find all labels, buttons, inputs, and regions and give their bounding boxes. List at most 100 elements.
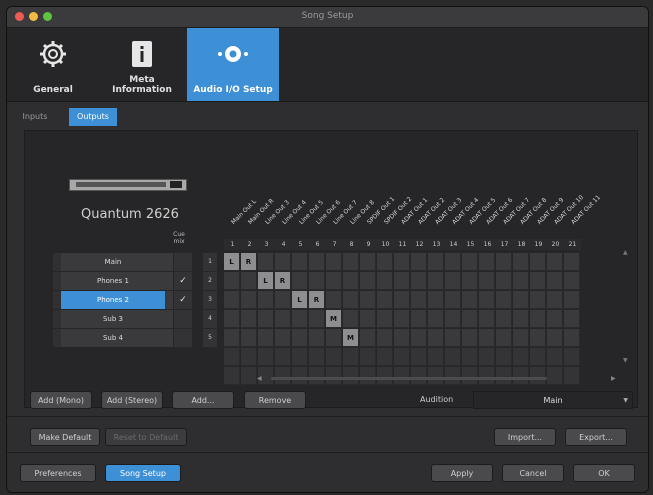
row-handle[interactable] xyxy=(53,310,61,328)
routing-cell[interactable] xyxy=(241,272,257,290)
routing-cell[interactable] xyxy=(326,272,342,290)
routing-cell[interactable] xyxy=(241,329,257,347)
routing-cell[interactable] xyxy=(530,291,546,309)
output-name[interactable]: Phones 1 xyxy=(61,272,165,290)
routing-cell[interactable] xyxy=(326,253,342,271)
horizontal-scrollbar[interactable]: ◀ ▶ xyxy=(257,375,619,383)
routing-cell[interactable] xyxy=(496,291,512,309)
routing-cell[interactable] xyxy=(513,272,529,290)
routing-cell[interactable] xyxy=(428,291,444,309)
cancel-button[interactable]: Cancel xyxy=(502,464,564,482)
routing-cell[interactable] xyxy=(343,272,359,290)
routing-cell[interactable]: R xyxy=(309,291,325,309)
routing-cell[interactable] xyxy=(275,329,291,347)
routing-cell[interactable] xyxy=(564,291,580,309)
routing-cell[interactable] xyxy=(496,310,512,328)
scroll-right-icon[interactable]: ▶ xyxy=(611,375,616,382)
routing-cell[interactable] xyxy=(496,272,512,290)
apply-button[interactable]: Apply xyxy=(431,464,493,482)
routing-cell[interactable] xyxy=(224,329,240,347)
routing-cell[interactable] xyxy=(258,291,274,309)
routing-cell[interactable]: L xyxy=(224,253,240,271)
routing-cell[interactable] xyxy=(309,310,325,328)
routing-cell[interactable] xyxy=(445,329,461,347)
routing-cell[interactable] xyxy=(445,291,461,309)
audition-select[interactable]: Main ▼ xyxy=(473,391,633,409)
routing-cell[interactable] xyxy=(360,310,376,328)
routing-cell[interactable] xyxy=(530,310,546,328)
routing-cell[interactable]: L xyxy=(258,272,274,290)
add-button[interactable]: Add... xyxy=(172,391,234,409)
routing-cell[interactable] xyxy=(224,310,240,328)
row-handle[interactable] xyxy=(53,272,61,290)
tab-meta-information[interactable]: Meta Information xyxy=(99,28,185,101)
routing-cell[interactable] xyxy=(394,253,410,271)
routing-cell[interactable] xyxy=(224,291,240,309)
cue-mix-checkbox[interactable]: ✓ xyxy=(173,272,192,290)
routing-cell[interactable] xyxy=(428,310,444,328)
routing-cell[interactable] xyxy=(547,272,563,290)
routing-cell[interactable] xyxy=(462,329,478,347)
routing-cell[interactable] xyxy=(326,329,342,347)
routing-cell[interactable] xyxy=(360,329,376,347)
routing-cell[interactable] xyxy=(377,329,393,347)
routing-cell[interactable] xyxy=(564,272,580,290)
preferences-button[interactable]: Preferences xyxy=(20,464,96,482)
routing-cell[interactable] xyxy=(292,310,308,328)
row-handle[interactable] xyxy=(53,291,61,309)
tab-general[interactable]: General xyxy=(13,28,93,101)
routing-cell[interactable] xyxy=(445,272,461,290)
routing-cell[interactable] xyxy=(326,291,342,309)
routing-cell[interactable] xyxy=(292,253,308,271)
output-row[interactable]: Sub 3 xyxy=(53,310,192,329)
routing-cell[interactable] xyxy=(428,272,444,290)
routing-cell[interactable] xyxy=(309,253,325,271)
routing-cell[interactable] xyxy=(513,253,529,271)
routing-cell[interactable] xyxy=(241,291,257,309)
routing-cell[interactable] xyxy=(377,310,393,328)
routing-cell[interactable] xyxy=(343,291,359,309)
cue-mix-checkbox[interactable]: ✓ xyxy=(173,291,192,309)
routing-cell[interactable] xyxy=(377,253,393,271)
export-button[interactable]: Export... xyxy=(565,428,627,446)
output-name[interactable]: Phones 2 xyxy=(61,291,165,309)
routing-cell[interactable] xyxy=(496,253,512,271)
routing-cell[interactable] xyxy=(377,272,393,290)
ok-button[interactable]: OK xyxy=(573,464,635,482)
routing-cell[interactable] xyxy=(445,310,461,328)
scroll-left-icon[interactable]: ◀ xyxy=(257,375,262,382)
routing-cell[interactable] xyxy=(564,310,580,328)
routing-cell[interactable] xyxy=(445,253,461,271)
routing-cell[interactable] xyxy=(462,253,478,271)
routing-cell[interactable] xyxy=(394,329,410,347)
routing-cell[interactable] xyxy=(479,272,495,290)
routing-cell[interactable] xyxy=(547,291,563,309)
routing-cell[interactable] xyxy=(411,272,427,290)
output-row[interactable]: Main xyxy=(53,253,192,272)
row-handle[interactable] xyxy=(53,329,61,347)
tab-inputs[interactable]: Inputs xyxy=(19,108,51,126)
routing-cell[interactable] xyxy=(275,253,291,271)
routing-cell[interactable] xyxy=(360,272,376,290)
routing-cell[interactable] xyxy=(479,291,495,309)
routing-cell[interactable] xyxy=(428,329,444,347)
routing-cell[interactable] xyxy=(513,291,529,309)
routing-cell[interactable] xyxy=(411,253,427,271)
routing-cell[interactable] xyxy=(462,291,478,309)
routing-cell[interactable] xyxy=(292,272,308,290)
routing-cell[interactable] xyxy=(462,272,478,290)
routing-cell[interactable] xyxy=(224,272,240,290)
routing-cell[interactable]: L xyxy=(292,291,308,309)
routing-cell[interactable] xyxy=(258,329,274,347)
routing-cell[interactable] xyxy=(530,253,546,271)
routing-cell[interactable] xyxy=(258,310,274,328)
routing-cell[interactable] xyxy=(360,253,376,271)
routing-cell[interactable] xyxy=(394,272,410,290)
routing-cell[interactable] xyxy=(394,291,410,309)
routing-cell[interactable] xyxy=(309,272,325,290)
routing-cell[interactable] xyxy=(479,329,495,347)
routing-cell[interactable] xyxy=(530,329,546,347)
remove-button[interactable]: Remove xyxy=(244,391,306,409)
routing-cell[interactable] xyxy=(479,310,495,328)
output-name[interactable]: Sub 3 xyxy=(61,310,165,328)
